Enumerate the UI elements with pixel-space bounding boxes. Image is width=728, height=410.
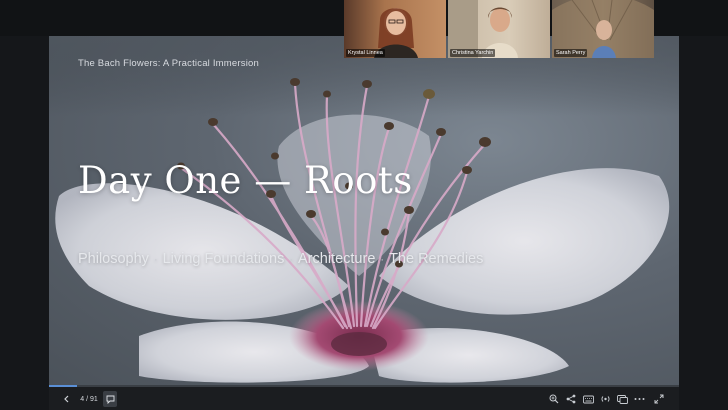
window-button[interactable] (615, 391, 629, 407)
participant-name: Krystal Linnea (346, 49, 385, 57)
share-button[interactable] (564, 391, 578, 407)
participant-name: Christina Yarchin (450, 49, 496, 57)
participant-name: Sarah Perry (554, 49, 588, 57)
more-icon (634, 398, 644, 400)
flower-photo (49, 36, 679, 383)
broadcast-icon (601, 396, 609, 402)
keyboard-button[interactable] (581, 391, 595, 407)
slide-title: Day One — Roots (78, 159, 413, 202)
slide-header: The Bach Flowers: A Practical Immersion (78, 58, 259, 69)
fullscreen-window-icon (616, 395, 628, 404)
page-counter: 4 / 91 (80, 395, 98, 403)
expand-icon (654, 394, 664, 404)
slide-progress-bar (49, 385, 679, 387)
topic-item: Living Foundations (162, 251, 285, 267)
slide-topics: Philosophy · Living Foundations · Architectu… (78, 251, 483, 267)
topic-separator: · (289, 254, 294, 266)
prev-icon (64, 395, 69, 403)
topic-item: The Remedies (389, 251, 484, 267)
chat-button[interactable] (103, 391, 117, 407)
participant-tile[interactable]: Christina Yarchin (448, 0, 550, 58)
zoom-icon (549, 394, 559, 404)
broadcast-button[interactable] (598, 391, 612, 407)
topic-item: Philosophy (78, 251, 149, 267)
keyboard-icon (582, 395, 594, 403)
more-button[interactable] (632, 391, 646, 407)
expand-button[interactable] (652, 391, 666, 407)
topic-separator: · (153, 254, 158, 266)
prev-slide-button[interactable] (61, 391, 73, 407)
zoom-button[interactable] (547, 391, 561, 407)
participant-tiles: Krystal Linnea Christina Yarchin Sarah P… (344, 0, 654, 58)
share-icon (566, 394, 576, 404)
participant-tile[interactable]: Krystal Linnea (344, 0, 446, 58)
participant-tile[interactable]: Sarah Perry (552, 0, 654, 58)
presentation-slide: The Bach Flowers: A Practical Immersion … (49, 36, 679, 386)
chat-icon (106, 395, 114, 404)
topic-item: Architecture (298, 251, 376, 267)
presentation-toolbar: 4 / 91 (49, 385, 679, 410)
slide-progress-fill (49, 385, 77, 387)
topic-separator: · (380, 254, 385, 266)
